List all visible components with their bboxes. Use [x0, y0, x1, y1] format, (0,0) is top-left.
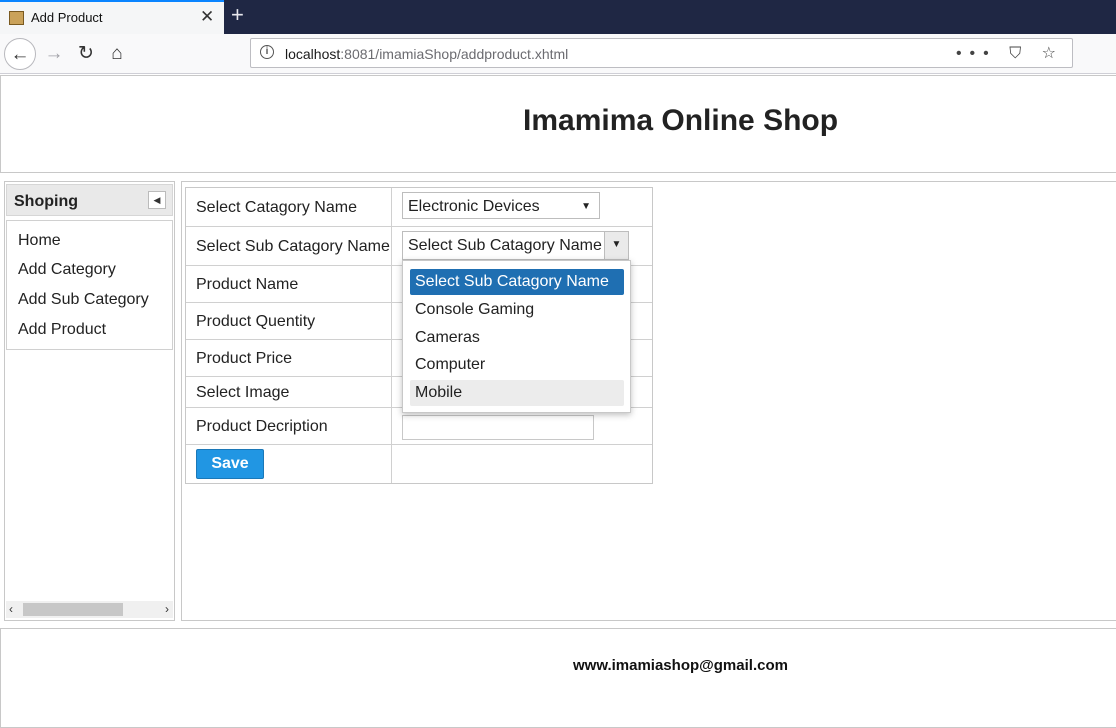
page-footer: www.imamiashop@gmail.com [0, 628, 1116, 728]
save-button[interactable]: Save [196, 449, 264, 479]
sidebar-header: Shoping ◀ [6, 184, 173, 216]
scroll-right-icon[interactable]: › [165, 602, 169, 616]
sidebar-item-home[interactable]: Home [18, 232, 61, 250]
scroll-left-icon[interactable]: ‹ [9, 602, 13, 616]
close-icon[interactable]: ✕ [200, 8, 214, 26]
category-select-value: Electronic Devices [408, 198, 540, 215]
url-text[interactable]: localhost:8081/imamiaShop/addproduct.xht… [285, 46, 568, 62]
forward-arrow-icon[interactable]: → [38, 38, 70, 70]
chevron-down-icon: ▼ [581, 201, 591, 212]
back-arrow-icon[interactable]: ← [4, 38, 36, 70]
scrollbar-thumb[interactable] [23, 603, 123, 616]
sidebar-item-add-category[interactable]: Add Category [18, 261, 116, 279]
favicon-icon [9, 11, 24, 25]
dropdown-trigger[interactable]: ▼ [604, 232, 628, 259]
footer-email: www.imamiashop@gmail.com [573, 657, 788, 674]
dropdown-option[interactable]: Console Gaming [410, 297, 624, 323]
subcategory-select-value: Select Sub Catagory Name [408, 237, 602, 254]
sidebar-item-add-product[interactable]: Add Product [18, 321, 106, 339]
url-host: localhost [285, 46, 341, 62]
dropdown-option[interactable]: Mobile [410, 380, 624, 406]
column-divider [391, 188, 392, 483]
subcategory-label: Select Sub Catagory Name [196, 238, 390, 255]
dropdown-option[interactable]: Select Sub Catagory Name [410, 269, 624, 295]
dropdown-option[interactable]: Cameras [410, 325, 624, 351]
category-select[interactable]: Electronic Devices ▼ [402, 192, 600, 219]
sidebar: Shoping ◀ Home Add Category Add Sub Cate… [4, 181, 175, 621]
info-icon[interactable]: i [260, 45, 274, 59]
category-label: Select Catagory Name [196, 199, 357, 216]
horizontal-scrollbar[interactable]: ‹ › [6, 601, 173, 618]
chevron-down-icon: ▼ [611, 239, 622, 250]
browser-tab[interactable]: Add Product ✕ [0, 0, 224, 34]
new-tab-icon[interactable]: + [231, 3, 244, 27]
sidebar-menu: Home Add Category Add Sub Category Add P… [6, 220, 173, 350]
collapse-icon[interactable]: ◀ [148, 191, 166, 209]
quantity-label: Product Quentity [196, 313, 316, 330]
row-divider [186, 226, 652, 227]
url-bar[interactable]: i localhost:8081/imamiaShop/addproduct.x… [250, 38, 1073, 68]
row-divider [186, 444, 652, 445]
home-icon[interactable]: ⌂ [101, 38, 133, 70]
page-header: Imamima Online Shop [0, 75, 1116, 173]
tab-bar: Add Product ✕ + [0, 0, 1116, 34]
product-name-label: Product Name [196, 276, 299, 293]
dropdown-option[interactable]: Computer [410, 352, 624, 378]
sidebar-title: Shoping [14, 193, 78, 210]
page-actions-icon[interactable]: ••• ⛉ ☆ [956, 43, 1064, 63]
sidebar-item-add-sub-category[interactable]: Add Sub Category [18, 291, 149, 309]
page-title: Imamima Online Shop [523, 104, 839, 137]
description-label: Product Decription [196, 418, 328, 435]
navigation-bar: ← → ↻ ⌂ i localhost:8081/imamiaShop/addp… [0, 34, 1116, 74]
reload-icon[interactable]: ↻ [70, 38, 102, 70]
image-label: Select Image [196, 384, 290, 401]
url-path: :8081/imamiaShop/addproduct.xhtml [340, 46, 569, 62]
subcategory-select[interactable]: Select Sub Catagory Name ▼ [402, 231, 629, 260]
price-label: Product Price [196, 350, 293, 367]
tab-title: Add Product [31, 10, 103, 25]
description-input[interactable] [402, 415, 594, 440]
subcategory-dropdown-list: Select Sub Catagory Name Console Gaming … [402, 260, 631, 413]
